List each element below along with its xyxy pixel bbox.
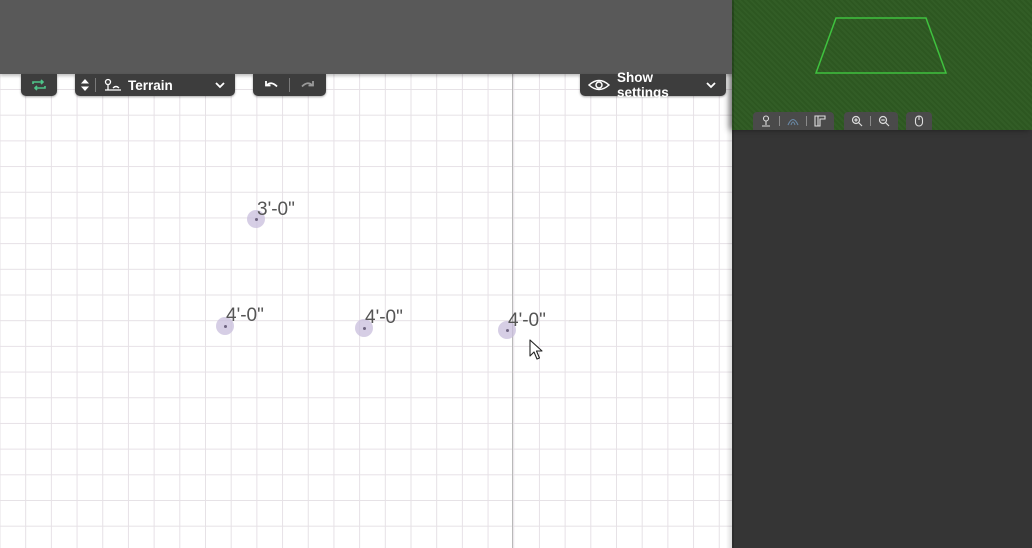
terrain-icon	[104, 78, 122, 92]
zoom-in-button[interactable]	[844, 115, 870, 127]
level-stepper[interactable]	[75, 77, 95, 93]
terrain-view-button[interactable]	[780, 116, 806, 126]
sync-button[interactable]	[21, 74, 57, 96]
elevation-label: 4'-0"	[226, 305, 264, 326]
undo-icon	[265, 81, 278, 88]
top-bar	[0, 0, 732, 74]
elevation-label: 4'-0"	[365, 307, 403, 328]
3d-preview[interactable]	[732, 0, 1032, 130]
zoom-out-icon	[878, 115, 890, 127]
pan-button[interactable]	[906, 112, 932, 130]
selection-outline	[814, 17, 948, 74]
side-panel	[732, 0, 1032, 548]
undo-button[interactable]	[253, 79, 289, 91]
show-settings-button[interactable]: Show settings	[580, 70, 726, 100]
redo-button[interactable]	[290, 79, 326, 91]
layer-select[interactable]: Terrain	[75, 74, 235, 96]
redo-icon	[301, 81, 314, 88]
up-down-arrows-icon	[81, 79, 89, 91]
zoom-toolbar	[844, 112, 898, 130]
elevation-label: 3'-0"	[257, 199, 295, 220]
person-view-button[interactable]	[753, 115, 779, 127]
show-settings-label: Show settings	[617, 70, 669, 100]
person-view-icon	[762, 115, 770, 127]
terrain-view-icon	[787, 118, 799, 126]
view-mode-toolbar	[753, 112, 834, 130]
eye-icon	[588, 78, 610, 92]
toolbar-divider	[95, 78, 96, 92]
elevation-label: 4'-0"	[508, 310, 546, 331]
pan-icon	[914, 115, 924, 127]
plan-view-icon	[814, 115, 826, 127]
chevron-down-icon	[215, 81, 225, 89]
undo-redo-group	[253, 74, 326, 96]
panel-shadow	[726, 0, 734, 548]
layer-select-label: Terrain	[128, 77, 173, 93]
mouse-pointer-icon	[529, 339, 543, 360]
plan-view-button[interactable]	[807, 115, 833, 127]
zoom-in-icon	[851, 115, 863, 127]
chevron-down-icon	[706, 81, 716, 89]
sync-icon	[32, 79, 46, 91]
zoom-out-button[interactable]	[871, 115, 897, 127]
